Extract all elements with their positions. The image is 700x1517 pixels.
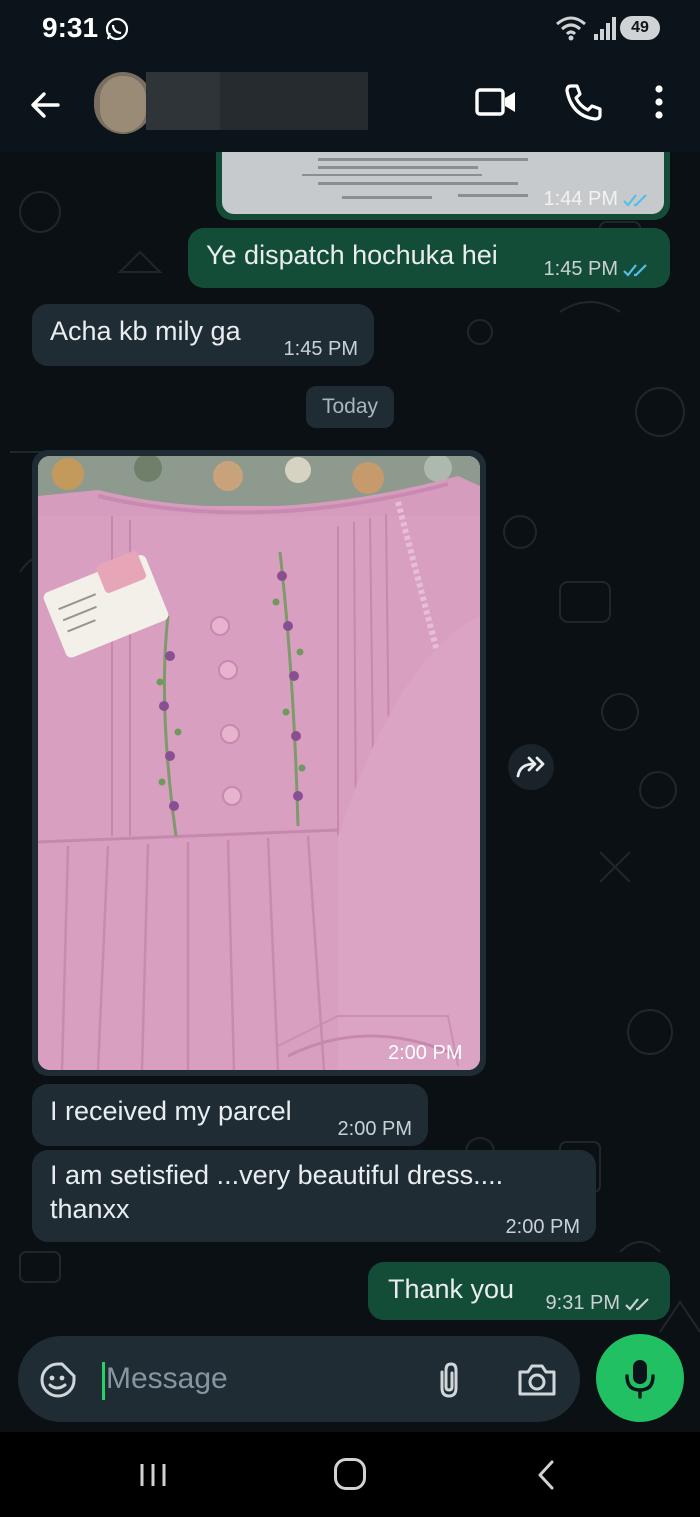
message-time: 1:45 PM (283, 338, 358, 360)
battery-icon: 49 (620, 16, 660, 40)
signal-icon (594, 17, 616, 40)
wifi-icon (556, 16, 586, 41)
message-list[interactable]: 1:44 PM Ye dispatch hochuka hei 1:45 PM … (0, 152, 700, 1432)
contact-avatar[interactable] (94, 72, 152, 134)
incoming-image-message[interactable]: 2:00 PM (32, 450, 486, 1076)
message-text: Acha kb mily ga (50, 316, 241, 346)
message-text: Ye dispatch hochuka hei (206, 240, 498, 270)
message-time: 2:00 PM (505, 1216, 580, 1238)
message-text: I am setisfied ...very beautiful dress..… (50, 1160, 504, 1190)
voice-message-button[interactable] (596, 1334, 684, 1422)
read-ticks-icon (623, 193, 647, 207)
mic-icon (625, 1360, 655, 1399)
outgoing-text-message[interactable]: Thank you 9:31 PM (368, 1262, 670, 1320)
message-time: 9:31 PM (546, 1286, 654, 1320)
message-text-line2: thanxx (50, 1194, 130, 1224)
message-time: 1:45 PM (544, 252, 652, 286)
message-time: 2:00 PM (388, 1042, 463, 1064)
message-time: 1:44 PM (544, 182, 652, 216)
video-call-icon[interactable] (474, 84, 518, 120)
message-composer (18, 1336, 580, 1422)
read-ticks-icon (623, 263, 647, 277)
whatsapp-icon (105, 17, 129, 41)
delivered-ticks-icon (625, 1297, 649, 1311)
text-cursor (102, 1362, 105, 1400)
outgoing-image-message[interactable]: 1:44 PM (216, 152, 670, 220)
recent-apps-icon[interactable] (136, 1460, 170, 1490)
contact-name-redacted[interactable] (146, 72, 368, 130)
camera-icon[interactable] (516, 1360, 558, 1400)
dress-photo[interactable] (38, 456, 480, 1070)
forward-icon (516, 756, 545, 778)
back-arrow-icon[interactable] (24, 84, 66, 126)
chat-header (0, 56, 700, 152)
incoming-text-message[interactable]: I am setisfied ...very beautiful dress..… (32, 1150, 596, 1242)
incoming-text-message[interactable]: I received my parcel 2:00 PM (32, 1084, 428, 1146)
emoji-sticker-icon[interactable] (38, 1360, 78, 1400)
message-time: 2:00 PM (337, 1118, 412, 1140)
date-separator: Today (306, 386, 394, 428)
system-nav-bar (0, 1432, 700, 1517)
forward-button[interactable] (508, 744, 554, 790)
home-icon[interactable] (334, 1458, 366, 1490)
attach-icon[interactable] (432, 1360, 466, 1400)
outgoing-text-message[interactable]: Ye dispatch hochuka hei 1:45 PM (188, 228, 670, 288)
status-bar: 9:31 49 (0, 0, 700, 56)
incoming-text-message[interactable]: Acha kb mily ga 1:45 PM (32, 304, 374, 366)
voice-call-icon[interactable] (562, 80, 606, 124)
status-time: 9:31 (42, 12, 99, 43)
message-text: I received my parcel (50, 1096, 292, 1126)
more-options-icon[interactable] (646, 82, 672, 122)
message-text: Thank you (388, 1274, 515, 1304)
message-input[interactable] (106, 1354, 416, 1404)
nav-back-icon[interactable] (534, 1458, 558, 1492)
